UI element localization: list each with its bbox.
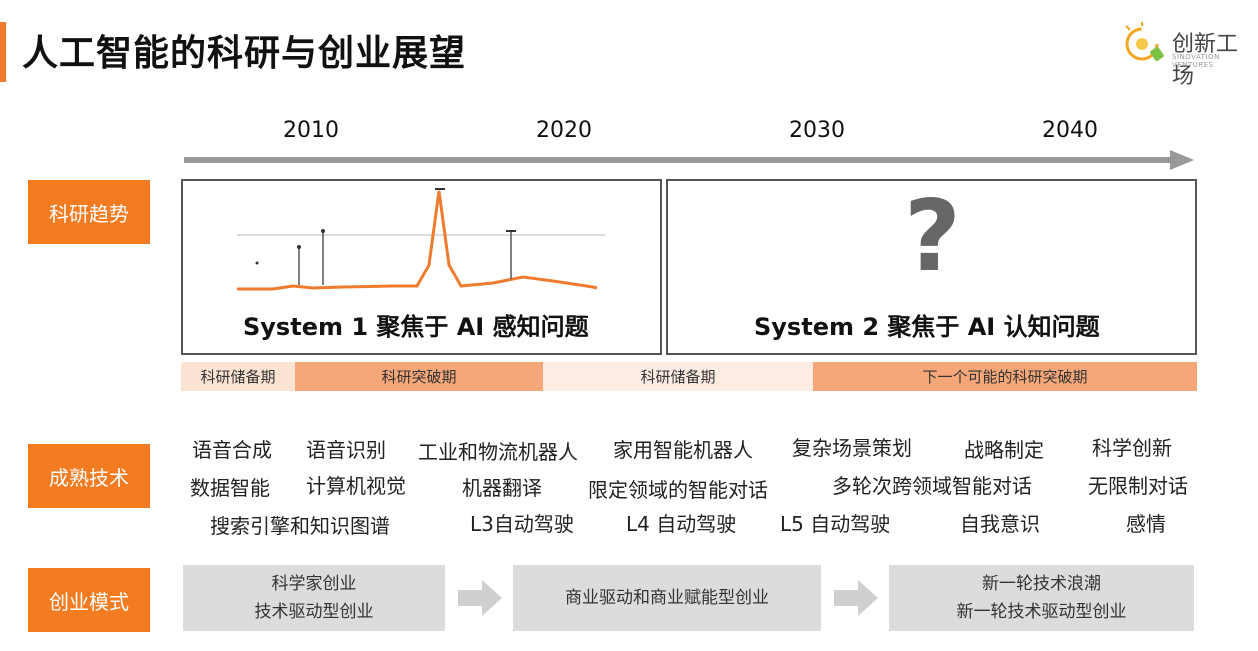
tech-item: L4 自动驾驶: [626, 512, 737, 536]
tech-item: 语音合成: [192, 438, 272, 462]
phase-breakthrough-2: 下一个可能的科研突破期: [813, 362, 1197, 391]
system2-panel: ? System 2 聚焦于 AI 认知问题: [666, 179, 1197, 355]
research-trend-sparkline: [237, 188, 605, 291]
tech-item: 计算机视觉: [306, 474, 406, 498]
row-label-tech: 成熟技术: [28, 444, 150, 508]
page-title: 人工智能的科研与创业展望: [22, 33, 467, 74]
tech-item: L5 自动驾驶: [780, 512, 891, 536]
tech-item: 语音识别: [306, 438, 386, 462]
startup-mode-line: 科学家创业: [271, 574, 357, 594]
startup-mode-line: 技术驱动型创业: [254, 602, 374, 622]
startup-mode-box: 科学家创业 技术驱动型创业: [183, 565, 445, 631]
tech-item: 限定领域的智能对话: [588, 478, 768, 502]
year-2010: 2010: [283, 118, 339, 143]
phase-reserve-2: 科研储备期: [543, 362, 813, 391]
year-2020: 2020: [536, 118, 592, 143]
system1-label: System 1 聚焦于 AI 感知问题: [243, 313, 589, 341]
tech-item: 复杂场景策划: [792, 436, 912, 460]
row-label-research: 科研趋势: [28, 180, 150, 244]
startup-mode-box: 新一轮技术浪潮 新一轮技术驱动型创业: [889, 565, 1194, 631]
tech-item: 无限制对话: [1088, 474, 1188, 498]
system1-panel: System 1 聚焦于 AI 感知问题: [181, 179, 662, 355]
tech-item: 数据智能: [190, 476, 270, 500]
tech-item: 多轮次跨领域智能对话: [832, 474, 1032, 498]
startup-mode-line: 新一轮技术浪潮: [982, 574, 1101, 594]
phase-reserve-1: 科研储备期: [181, 362, 295, 391]
tech-item: L3自动驾驶: [470, 512, 574, 536]
year-2030: 2030: [789, 118, 845, 143]
title-accent-bar: [0, 22, 6, 82]
year-2040: 2040: [1042, 118, 1098, 143]
tech-item: 搜索引擎和知识图谱: [210, 514, 390, 538]
tech-item: 工业和物流机器人: [418, 440, 578, 464]
tech-item: 战略制定: [964, 438, 1044, 462]
tech-item: 家用智能机器人: [613, 438, 753, 462]
startup-mode-line: 新一轮技术驱动型创业: [956, 602, 1127, 622]
logo-subtitle: SINOVATION VENTURES: [1172, 53, 1220, 69]
tech-item: 自我意识: [960, 512, 1040, 536]
right-arrow-icon: [834, 580, 878, 616]
tech-item: 机器翻译: [462, 476, 542, 500]
phase-breakthrough-1: 科研突破期: [295, 362, 543, 391]
question-mark-icon: ?: [904, 180, 961, 294]
right-arrow-icon: [458, 580, 502, 616]
row-label-startup: 创业模式: [28, 568, 150, 632]
tech-item: 感情: [1126, 512, 1166, 536]
lightbulb-logo-icon: [1125, 22, 1164, 61]
system2-label: System 2 聚焦于 AI 认知问题: [754, 313, 1100, 341]
startup-mode-line: 商业驱动和商业赋能型创业: [565, 588, 769, 608]
tech-item: 科学创新: [1092, 436, 1172, 460]
timeline-arrow: [184, 150, 1194, 170]
startup-mode-box: 商业驱动和商业赋能型创业: [513, 565, 821, 631]
